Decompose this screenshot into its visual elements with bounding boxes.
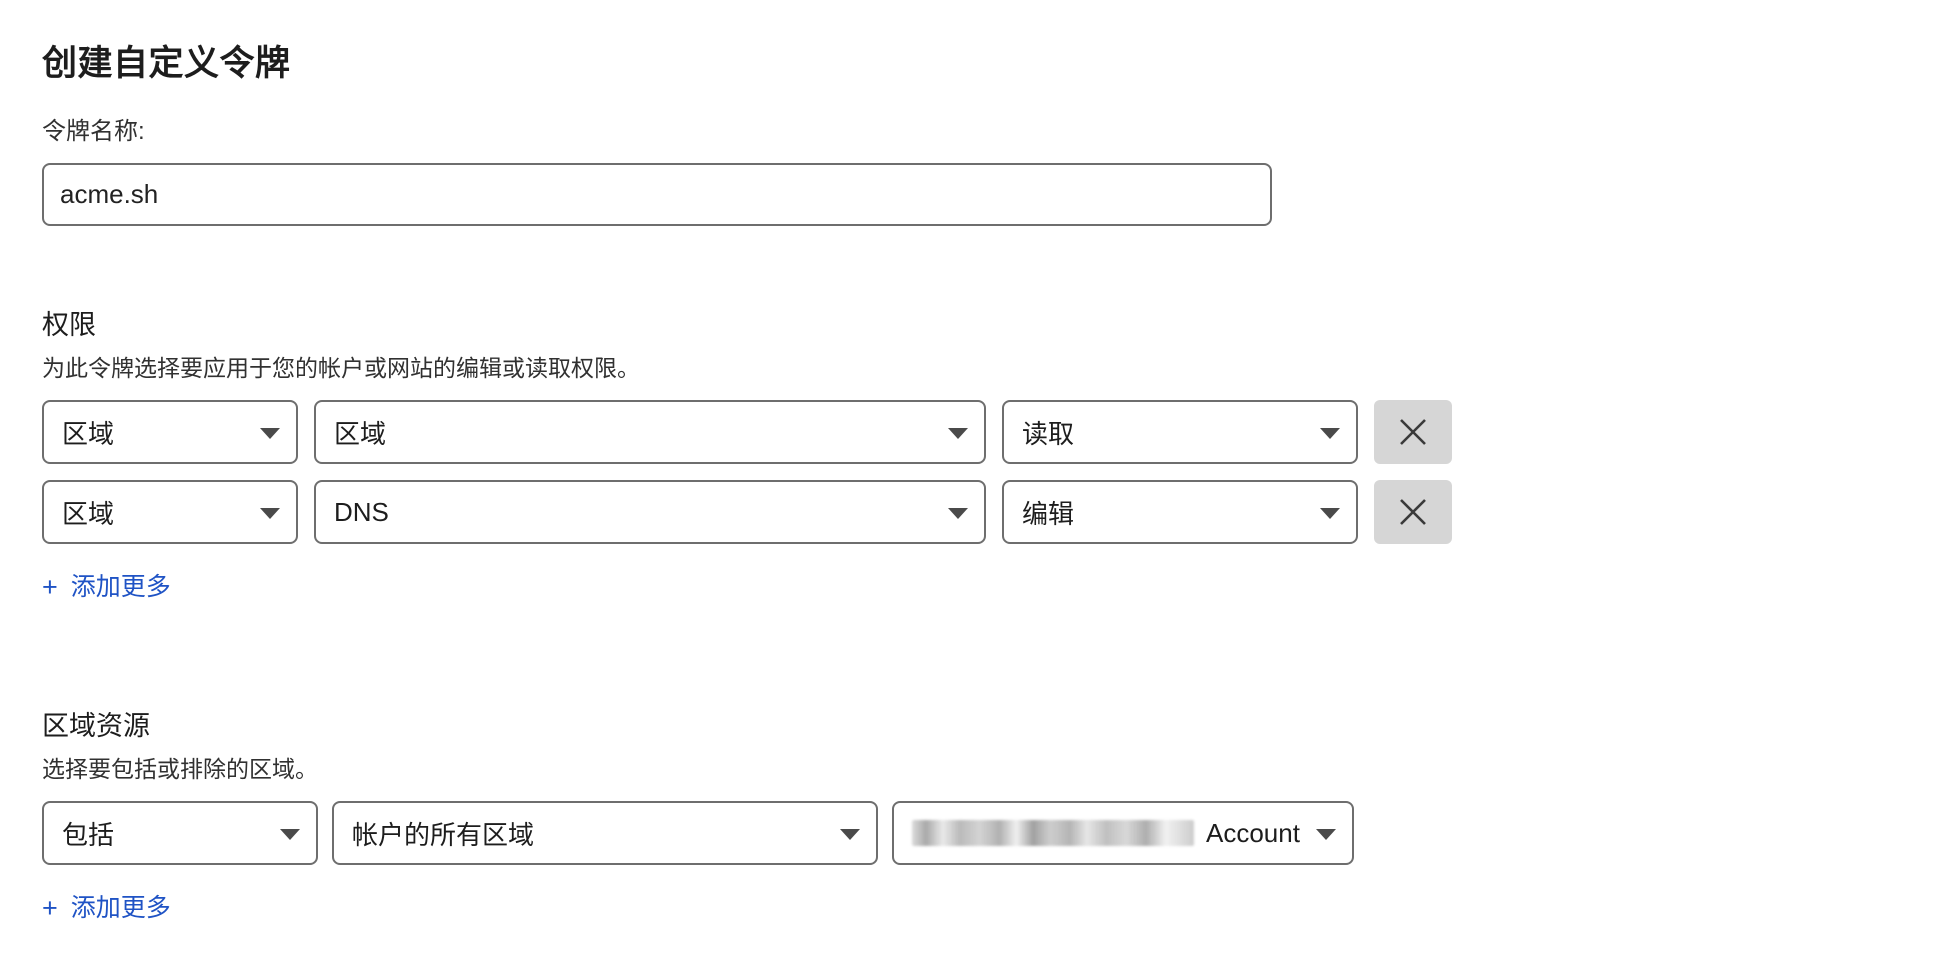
permission-access-select[interactable]: 编辑 xyxy=(1002,480,1358,545)
chevron-down-icon xyxy=(260,508,280,520)
zone-resources-section: 区域资源 选择要包括或排除的区域。 包括 帐户的所有区域 Account + 添… xyxy=(42,709,1958,922)
permission-resource-value: 区域 xyxy=(334,418,387,449)
permission-scope-select[interactable]: 区域 xyxy=(42,480,298,545)
close-icon xyxy=(1396,495,1430,529)
add-more-permission-label: 添加更多 xyxy=(70,573,171,602)
chevron-down-icon xyxy=(948,508,968,520)
close-icon xyxy=(1396,415,1430,449)
permissions-section: 权限 为此令牌选择要应用于您的帐户或网站的编辑或读取权限。 区域 区域 读取 区… xyxy=(42,308,1958,601)
permission-access-select[interactable]: 读取 xyxy=(1002,400,1358,465)
permission-scope-value: 区域 xyxy=(62,418,115,449)
permission-resource-value: DNS xyxy=(334,496,389,527)
remove-permission-button[interactable] xyxy=(1374,400,1452,465)
zone-resources-description: 选择要包括或排除的区域。 xyxy=(42,756,318,783)
add-more-zone-resource-label: 添加更多 xyxy=(70,894,171,923)
permission-resource-select[interactable]: DNS xyxy=(314,480,986,545)
zone-resource-mode-value: 包括 xyxy=(62,819,115,850)
account-name-wrap: Account xyxy=(912,818,1300,849)
permission-row: 区域 区域 读取 xyxy=(42,400,1958,465)
permission-scope-select[interactable]: 区域 xyxy=(42,400,298,465)
chevron-down-icon xyxy=(260,428,280,440)
plus-icon: + xyxy=(42,893,58,924)
permissions-heading: 权限 xyxy=(42,309,96,340)
chevron-down-icon xyxy=(840,829,860,841)
zone-resource-scope-select[interactable]: 帐户的所有区域 xyxy=(332,801,878,866)
token-name-label: 令牌名称: xyxy=(42,117,145,145)
create-custom-token-form: 创建自定义令牌 令牌名称: 权限 为此令牌选择要应用于您的帐户或网站的编辑或读取… xyxy=(0,0,1958,922)
permission-scope-value: 区域 xyxy=(62,498,115,529)
chevron-down-icon xyxy=(1320,508,1340,520)
zone-resource-account-select[interactable]: Account xyxy=(892,801,1354,866)
chevron-down-icon xyxy=(1320,428,1340,440)
chevron-down-icon xyxy=(948,428,968,440)
zone-resource-mode-select[interactable]: 包括 xyxy=(42,801,318,866)
chevron-down-icon xyxy=(280,829,300,841)
zone-resources-heading: 区域资源 xyxy=(42,711,150,742)
chevron-down-icon xyxy=(1316,829,1336,841)
permission-access-value: 读取 xyxy=(1022,418,1075,449)
redacted-account-name xyxy=(912,820,1194,847)
zone-resource-scope-value: 帐户的所有区域 xyxy=(352,819,535,850)
token-name-input[interactable] xyxy=(42,162,1272,226)
zone-resource-row: 包括 帐户的所有区域 Account xyxy=(42,801,1958,866)
add-more-zone-resource-link[interactable]: + 添加更多 xyxy=(42,895,171,922)
plus-icon: + xyxy=(42,572,58,603)
permission-resource-select[interactable]: 区域 xyxy=(314,400,986,465)
remove-permission-button[interactable] xyxy=(1374,480,1452,545)
zone-resource-account-value: Account xyxy=(1206,817,1300,848)
permissions-description: 为此令牌选择要应用于您的帐户或网站的编辑或读取权限。 xyxy=(42,355,640,382)
permission-row: 区域 DNS 编辑 xyxy=(42,480,1958,545)
add-more-permission-link[interactable]: + 添加更多 xyxy=(42,574,171,601)
permission-access-value: 编辑 xyxy=(1022,498,1075,529)
page-title: 创建自定义令牌 xyxy=(42,44,291,83)
